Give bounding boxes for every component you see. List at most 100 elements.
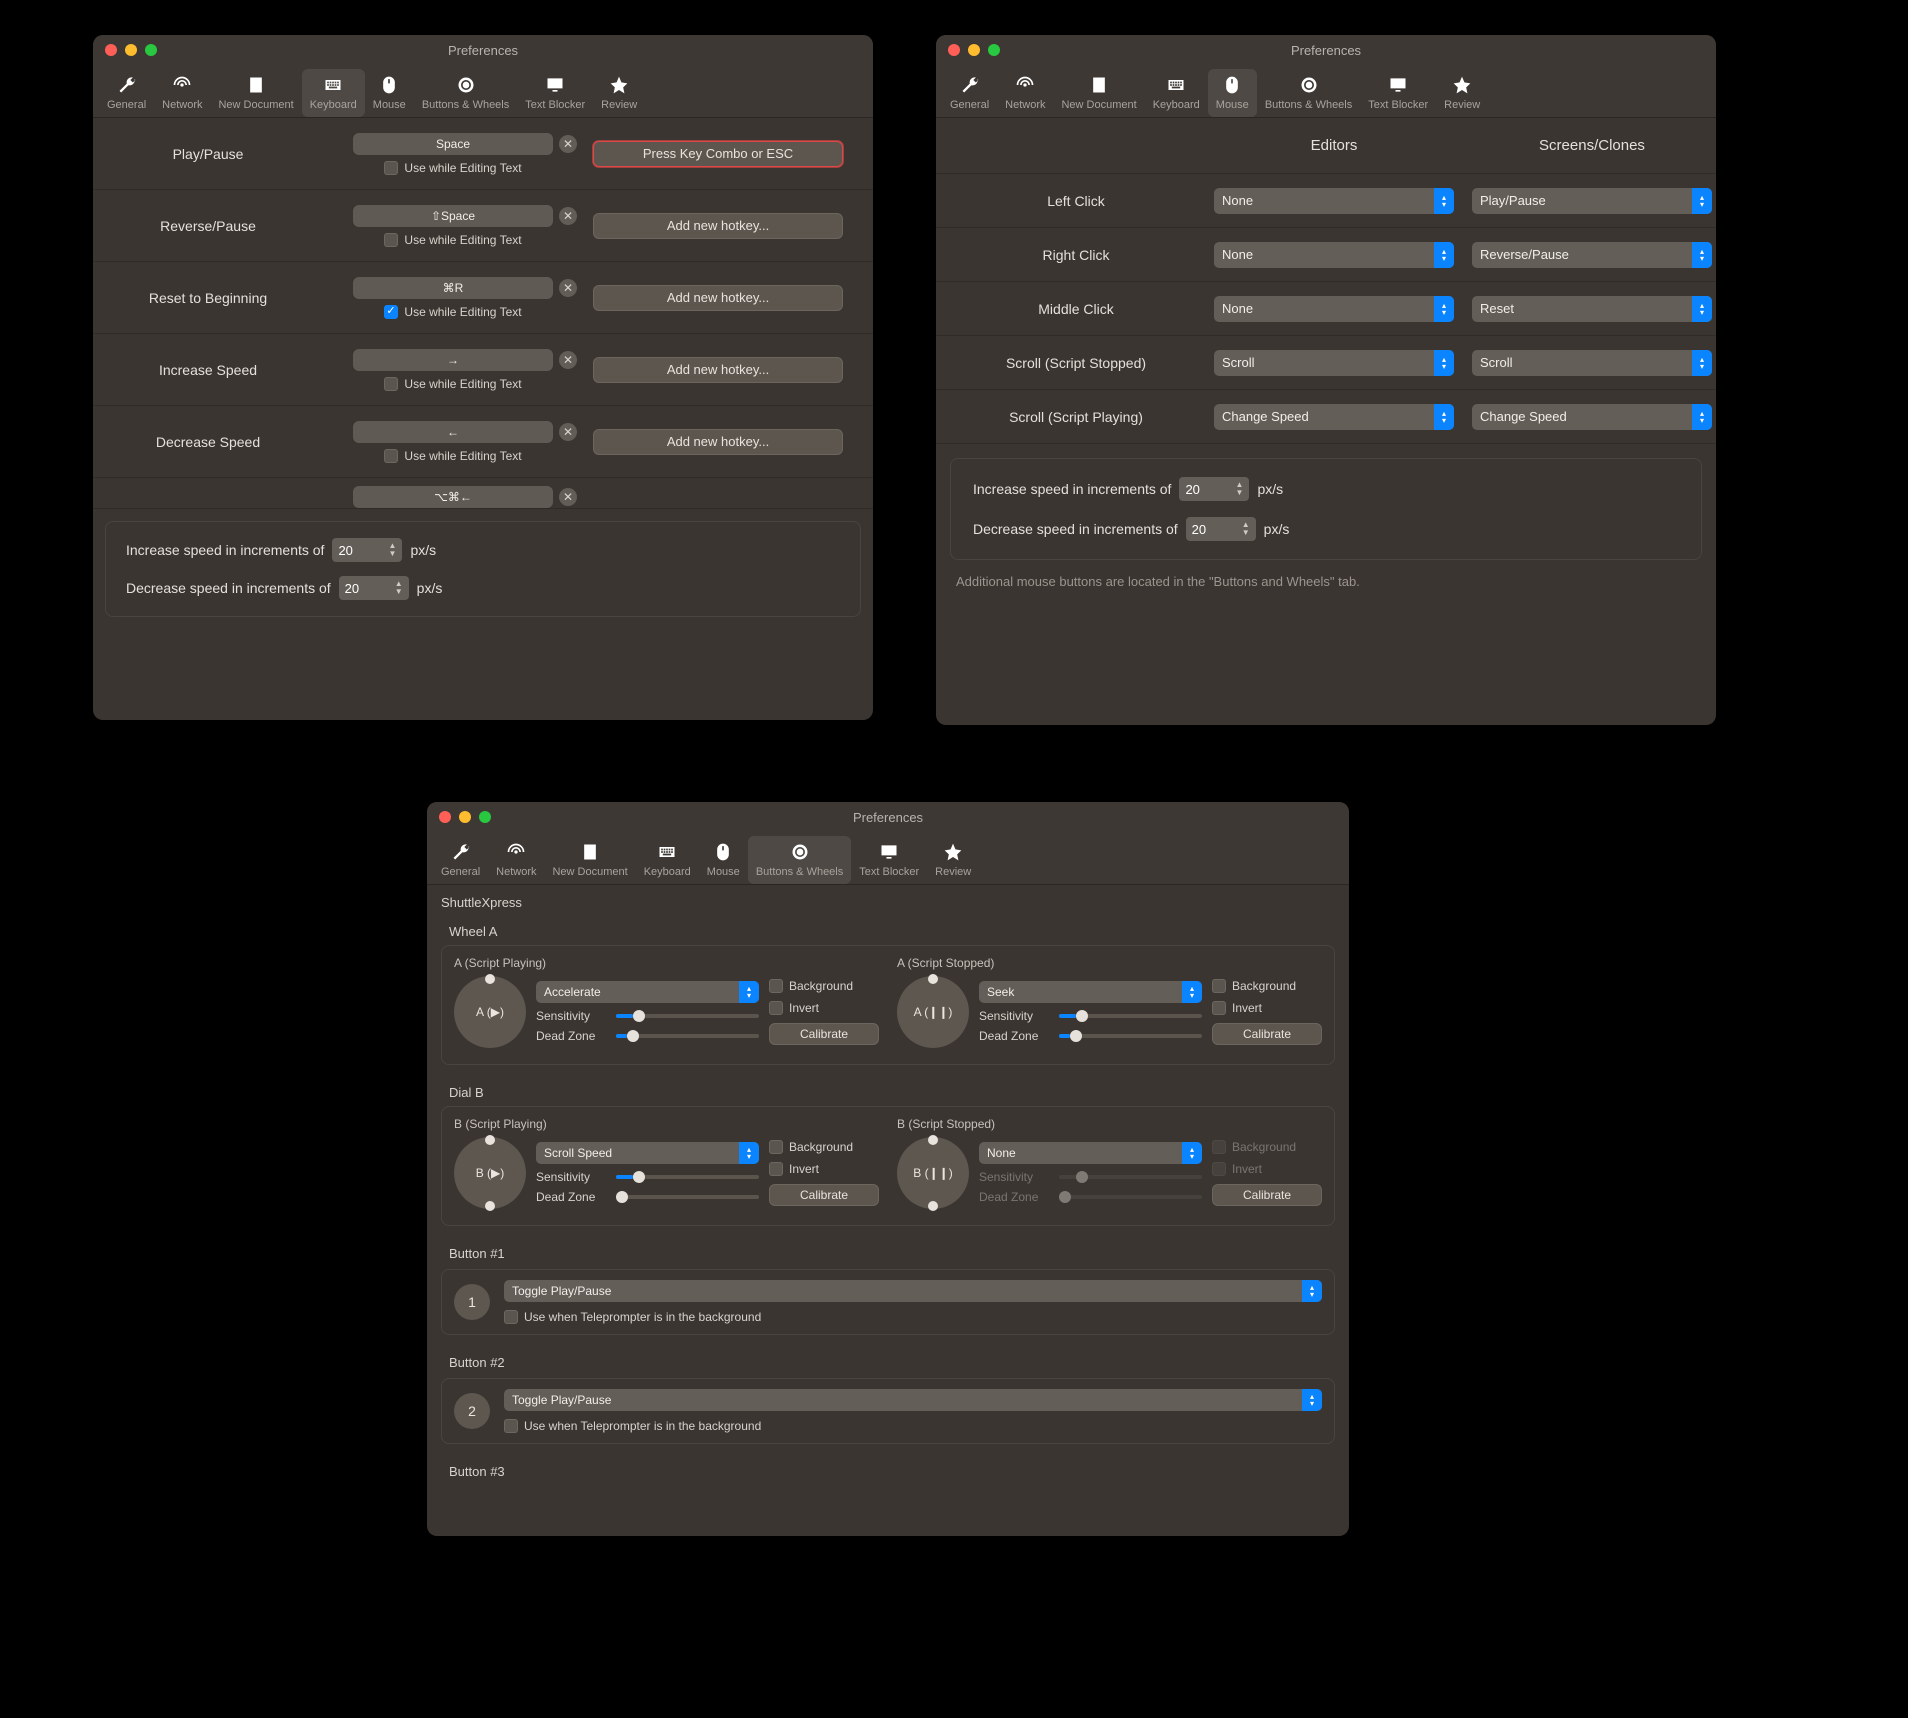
tab-network[interactable]: Network: [154, 69, 210, 117]
hotkey-chip[interactable]: Space: [353, 133, 553, 155]
remove-hotkey-icon[interactable]: ✕: [559, 488, 577, 506]
screens-select[interactable]: Play/Pause: [1472, 188, 1712, 214]
calibrate-button[interactable]: Calibrate: [1212, 1023, 1322, 1045]
add-hotkey-button[interactable]: Add new hotkey...: [593, 285, 843, 311]
decrease-speed-stepper[interactable]: 20▲▼: [1186, 517, 1256, 541]
remove-hotkey-icon[interactable]: ✕: [559, 351, 577, 369]
wheel-a-playing-dial[interactable]: A (▶): [454, 976, 526, 1048]
tab-network[interactable]: Network: [488, 836, 544, 884]
screens-select[interactable]: Scroll: [1472, 350, 1712, 376]
sensitivity-slider[interactable]: [616, 1014, 759, 1018]
calibrate-button[interactable]: Calibrate: [769, 1184, 879, 1206]
editors-select[interactable]: None: [1214, 188, 1454, 214]
tab-review[interactable]: Review: [593, 69, 645, 117]
screens-select[interactable]: Reverse/Pause: [1472, 242, 1712, 268]
button-1-action-select[interactable]: Toggle Play/Pause: [504, 1280, 1322, 1302]
use-while-editing-checkbox[interactable]: Use while Editing Text: [384, 305, 521, 319]
tab-new-document[interactable]: New Document: [544, 836, 635, 884]
use-while-editing-checkbox[interactable]: Use while Editing Text: [384, 449, 521, 463]
remove-hotkey-icon[interactable]: ✕: [559, 423, 577, 441]
editors-select[interactable]: Change Speed: [1214, 404, 1454, 430]
invert-checkbox[interactable]: Invert: [769, 1162, 879, 1176]
minimize-icon[interactable]: [968, 44, 980, 56]
background-checkbox[interactable]: Background: [769, 979, 879, 993]
hotkey-chip[interactable]: ⌥⌘←: [353, 486, 553, 508]
tab-general[interactable]: General: [99, 69, 154, 117]
add-hotkey-button[interactable]: Add new hotkey...: [593, 429, 843, 455]
tab-network[interactable]: Network: [997, 69, 1053, 117]
background-checkbox[interactable]: Background: [1212, 979, 1322, 993]
close-icon[interactable]: [948, 44, 960, 56]
tab-review[interactable]: Review: [1436, 69, 1488, 117]
tab-general[interactable]: General: [942, 69, 997, 117]
invert-checkbox[interactable]: Invert: [769, 1001, 879, 1015]
deadzone-slider[interactable]: [1059, 1034, 1202, 1038]
use-while-editing-checkbox[interactable]: Use while Editing Text: [384, 161, 521, 175]
use-while-editing-checkbox[interactable]: Use while Editing Text: [384, 233, 521, 247]
zoom-icon[interactable]: [988, 44, 1000, 56]
minimize-icon[interactable]: [125, 44, 137, 56]
tab-mouse[interactable]: Mouse: [699, 836, 748, 884]
titlebar[interactable]: Preferences: [936, 35, 1716, 65]
increase-speed-stepper[interactable]: 20 ▲▼: [332, 538, 402, 562]
dial-b-stopped-dial[interactable]: B (❙❙): [897, 1137, 969, 1209]
tab-general[interactable]: General: [433, 836, 488, 884]
tab-mouse[interactable]: Mouse: [1208, 69, 1257, 117]
tab-text-blocker[interactable]: Text Blocker: [1360, 69, 1436, 117]
use-while-editing-checkbox[interactable]: Use while Editing Text: [384, 377, 521, 391]
calibrate-button[interactable]: Calibrate: [769, 1023, 879, 1045]
dial-b-playing-select[interactable]: Scroll Speed: [536, 1142, 759, 1164]
wheel-a-stopped-select[interactable]: Seek: [979, 981, 1202, 1003]
tab-buttons-wheels[interactable]: Buttons & Wheels: [1257, 69, 1360, 117]
zoom-icon[interactable]: [145, 44, 157, 56]
hotkey-chip[interactable]: ⇧Space: [353, 205, 553, 227]
tab-keyboard[interactable]: Keyboard: [636, 836, 699, 884]
use-in-background-checkbox[interactable]: Use when Teleprompter is in the backgrou…: [504, 1310, 1322, 1324]
stepper-arrows-icon[interactable]: ▲▼: [1231, 479, 1247, 499]
tab-keyboard[interactable]: Keyboard: [302, 69, 365, 117]
decrease-speed-stepper[interactable]: 20 ▲▼: [339, 576, 409, 600]
wheel-a-stopped-dial[interactable]: A (❙❙): [897, 976, 969, 1048]
use-in-background-checkbox[interactable]: Use when Teleprompter is in the backgrou…: [504, 1419, 1322, 1433]
screens-select[interactable]: Reset: [1472, 296, 1712, 322]
minimize-icon[interactable]: [459, 811, 471, 823]
tab-text-blocker[interactable]: Text Blocker: [851, 836, 927, 884]
titlebar[interactable]: Preferences: [93, 35, 873, 65]
sensitivity-slider[interactable]: [1059, 1014, 1202, 1018]
deadzone-slider[interactable]: [616, 1034, 759, 1038]
deadzone-slider[interactable]: [616, 1195, 759, 1199]
hotkey-chip[interactable]: ←: [353, 421, 553, 443]
stepper-arrows-icon[interactable]: ▲▼: [391, 578, 407, 598]
tab-new-document[interactable]: New Document: [210, 69, 301, 117]
close-icon[interactable]: [439, 811, 451, 823]
zoom-icon[interactable]: [479, 811, 491, 823]
remove-hotkey-icon[interactable]: ✕: [559, 135, 577, 153]
add-hotkey-button[interactable]: Add new hotkey...: [593, 213, 843, 239]
editors-select[interactable]: None: [1214, 242, 1454, 268]
tab-review[interactable]: Review: [927, 836, 979, 884]
dial-b-playing-dial[interactable]: B (▶): [454, 1137, 526, 1209]
calibrate-button[interactable]: Calibrate: [1212, 1184, 1322, 1206]
tab-buttons-wheels[interactable]: Buttons & Wheels: [414, 69, 517, 117]
wheel-a-playing-select[interactable]: Accelerate: [536, 981, 759, 1003]
titlebar[interactable]: Preferences: [427, 802, 1349, 832]
remove-hotkey-icon[interactable]: ✕: [559, 207, 577, 225]
background-checkbox[interactable]: Background: [769, 1140, 879, 1154]
tab-mouse[interactable]: Mouse: [365, 69, 414, 117]
invert-checkbox[interactable]: Invert: [1212, 1001, 1322, 1015]
remove-hotkey-icon[interactable]: ✕: [559, 279, 577, 297]
editors-select[interactable]: Scroll: [1214, 350, 1454, 376]
button-2-action-select[interactable]: Toggle Play/Pause: [504, 1389, 1322, 1411]
tab-buttons-wheels[interactable]: Buttons & Wheels: [748, 836, 851, 884]
dial-b-stopped-select[interactable]: None: [979, 1142, 1202, 1164]
stepper-arrows-icon[interactable]: ▲▼: [1238, 519, 1254, 539]
sensitivity-slider[interactable]: [616, 1175, 759, 1179]
hotkey-chip[interactable]: ⌘R: [353, 277, 553, 299]
press-key-combo-button[interactable]: Press Key Combo or ESC: [593, 141, 843, 167]
tab-keyboard[interactable]: Keyboard: [1145, 69, 1208, 117]
increase-speed-stepper[interactable]: 20▲▼: [1179, 477, 1249, 501]
tab-new-document[interactable]: New Document: [1053, 69, 1144, 117]
stepper-arrows-icon[interactable]: ▲▼: [384, 540, 400, 560]
add-hotkey-button[interactable]: Add new hotkey...: [593, 357, 843, 383]
editors-select[interactable]: None: [1214, 296, 1454, 322]
